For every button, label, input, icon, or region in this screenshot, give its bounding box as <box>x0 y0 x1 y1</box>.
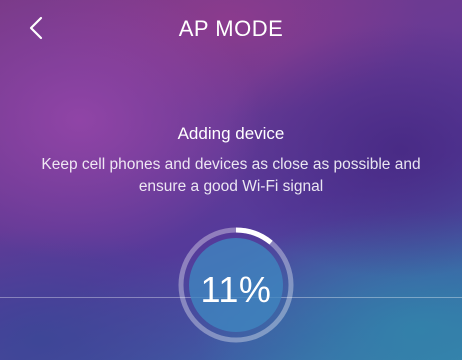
hint-text: Keep cell phones and devices as close as… <box>41 156 421 195</box>
header: AP MODE <box>0 0 462 56</box>
progress-indicator: 11% <box>178 227 294 343</box>
progress-value: 11% <box>200 269 272 310</box>
status-title: Adding device <box>177 124 285 143</box>
ap-mode-screen: AP MODE Adding device Keep cell phones a… <box>0 0 462 360</box>
page-title: AP MODE <box>178 16 284 41</box>
